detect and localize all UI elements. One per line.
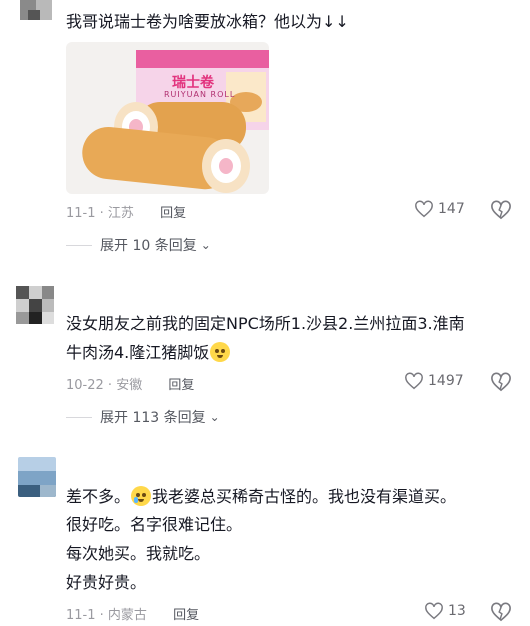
broken-heart-icon (491, 602, 511, 622)
comment-text-line1: 差不多。 我老婆总买稀奇古怪的。我也没有渠道买。 (66, 485, 456, 509)
comment-date: 11-1 (66, 608, 96, 623)
broken-heart-icon (491, 200, 511, 220)
comment-text-fragment: 我老婆总买稀奇古怪的。我也没有渠道买。 (152, 487, 457, 506)
comment-text-line2: 牛肉汤4.隆江猪脚饭 (66, 341, 231, 365)
comment-text-fragment: 牛肉汤4.隆江猪脚饭 (66, 343, 210, 362)
comment-text: 很好吃。名字很难记住。 (66, 515, 243, 534)
expand-replies-button[interactable]: 展开 10 条回复 ⌄ (66, 235, 211, 255)
heart-icon (415, 200, 433, 218)
chevron-down-icon: ⌄ (200, 238, 211, 252)
divider (66, 416, 92, 418)
dislike-button[interactable] (490, 200, 512, 224)
comment-meta: 10-22 · 安徽 回复 (66, 378, 195, 393)
reply-button[interactable]: 回复 (173, 608, 199, 623)
expand-label: 展开 113 条回复 (100, 410, 206, 426)
dislike-button[interactable] (490, 372, 512, 396)
comment-meta: 11-1 · 江苏 回复 (66, 206, 187, 221)
user-avatar[interactable] (18, 457, 56, 497)
comment-image[interactable]: 瑞士卷 RUIYUAN ROLL (66, 42, 269, 194)
like-count: 147 (438, 201, 465, 217)
like-count: 13 (448, 603, 466, 619)
heart-icon (425, 602, 443, 620)
comment-text: 我哥说瑞士卷为啥要放冰箱？他以为↓↓ (66, 12, 349, 31)
box-brand-sub: RUIYUAN ROLL (164, 90, 236, 99)
crying-emoji-icon (131, 486, 152, 506)
comment-location: 江苏 (107, 206, 134, 221)
comment-date: 10-22 (66, 378, 104, 393)
comment-location: 内蒙古 (107, 608, 147, 623)
smile-emoji-icon (210, 342, 231, 362)
broken-heart-icon (491, 372, 511, 392)
dislike-button[interactable] (490, 602, 512, 626)
chevron-down-icon: ⌄ (209, 410, 220, 424)
divider (66, 244, 92, 246)
expand-replies-button[interactable]: 展开 113 条回复 ⌄ (66, 407, 220, 427)
comment-text-fragment: 差不多。 (66, 487, 131, 506)
box-brand-text: 瑞士卷 (172, 75, 214, 91)
comment-location: 安徽 (116, 378, 143, 393)
expand-label: 展开 10 条回复 (100, 238, 197, 254)
swiss-roll-photo (82, 50, 269, 193)
comment-meta: 11-1 · 内蒙古 回复 (66, 608, 200, 623)
user-avatar[interactable] (16, 286, 54, 324)
comment-text: 每次她买。我就吃。 (66, 544, 211, 563)
heart-icon (405, 372, 423, 390)
like-button[interactable]: 147 (414, 200, 465, 218)
comment-text: 好贵好贵。 (66, 573, 147, 592)
reply-button[interactable]: 回复 (160, 206, 186, 221)
user-avatar[interactable] (20, 0, 52, 20)
like-button[interactable]: 13 (424, 602, 466, 620)
reply-button[interactable]: 回复 (168, 378, 194, 393)
like-count: 1497 (428, 373, 464, 389)
comment-text: 没女朋友之前我的固定NPC场所1.沙县2.兰州拉面3.淮南 (66, 314, 465, 333)
like-button[interactable]: 1497 (404, 372, 464, 390)
comment-date: 11-1 (66, 206, 96, 221)
